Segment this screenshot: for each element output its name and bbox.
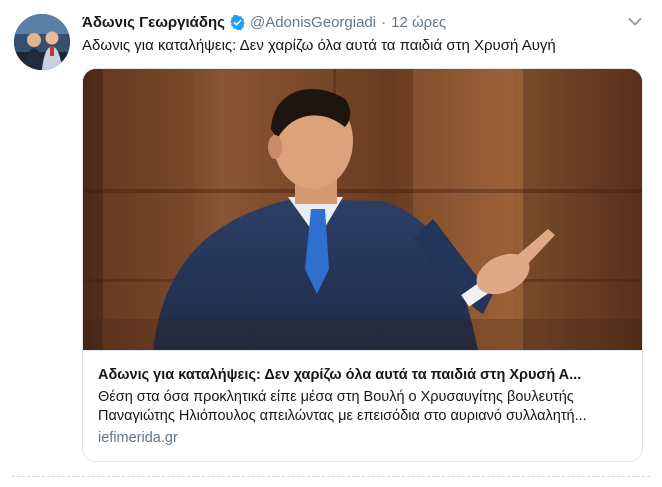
link-card[interactable]: Αδωνις για καταλήψεις: Δεν χαρίζω όλα αυ… xyxy=(82,68,643,462)
card-description-line-2: Παναγιώτης Ηλιόπουλος απειλώντας με επει… xyxy=(98,408,587,424)
card-description: Θέση στα όσα προκλητικά είπε μέσα στη Βο… xyxy=(98,388,633,426)
verified-badge-icon xyxy=(229,14,246,31)
tweet-header: Άδωνις Γεωργιάδης @AdonisGeorgiadi · 12 … xyxy=(82,12,446,32)
avatar-image xyxy=(14,14,70,70)
avatar[interactable] xyxy=(14,14,70,70)
card-description-line-1: Θέση στα όσα προκλητικά είπε μέσα στη Βο… xyxy=(98,389,574,405)
tweet-divider xyxy=(12,476,650,477)
card-domain: iefimerida.gr xyxy=(98,430,178,446)
header-separator: · xyxy=(381,13,387,31)
author-name[interactable]: Άδωνις Γεωργιάδης xyxy=(82,14,225,31)
author-handle[interactable]: @AdonisGeorgiadi xyxy=(250,14,376,31)
card-image[interactable] xyxy=(83,69,642,350)
tweet-text: Αδωνις για καταλήψεις: Δεν χαρίζω όλα αυ… xyxy=(82,37,556,54)
card-title: Αδωνις για καταλήψεις: Δεν χαρίζω όλα αυ… xyxy=(98,367,582,383)
tweet-timestamp[interactable]: 12 ώρες xyxy=(391,14,446,31)
chevron-down-icon[interactable] xyxy=(626,13,644,31)
card-body[interactable]: Αδωνις για καταλήψεις: Δεν χαρίζω όλα αυ… xyxy=(83,350,642,461)
